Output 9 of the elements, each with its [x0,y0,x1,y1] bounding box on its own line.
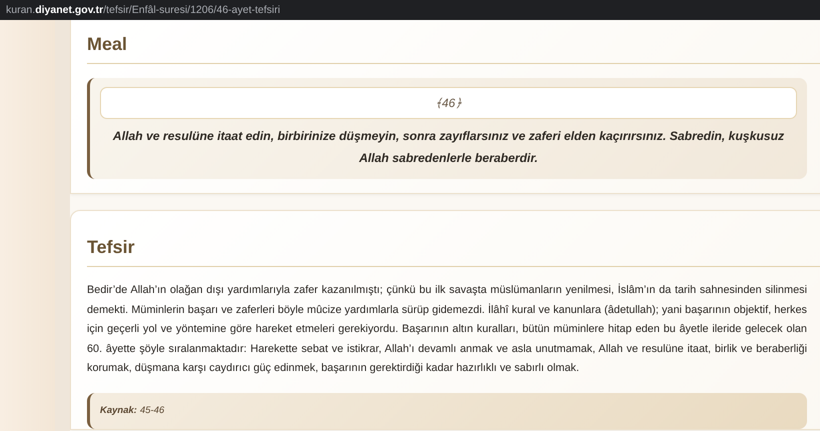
address-bar[interactable]: kuran.diyanet.gov.tr/tefsir/Enfâl-suresi/1206/46-ayet-tefsiri [0,0,820,20]
url-text: kuran.diyanet.gov.tr/tefsir/Enfâl-suresi/1206/46-ayet-tefsiri [6,4,280,16]
source-value: 45-46 [140,405,164,416]
section-title: Tefsir [87,237,136,259]
meal-text: Allah ve resulüne itaat edin, birbirinize düşmeyin, sonra zayıflarsınız ve zaferi elden kaçırırsınız. Sabredin, kuşkusuz Allah sabredenlerle beraberdir. [112,128,786,167]
section-title: Meal [87,34,128,56]
source-label: Kaynak: [100,405,137,416]
verse-number: ﴾46﴿ [100,87,797,119]
tefsir-text: Bedir’de Allah’ın olağan dışı yardımlarıyla zafer kazanılmıştı; çünkü bu ilk savaşta müslümanların yenilmesi, İslâm’ın da tarih sahnesinden silinmesi demekti. Müminlerin başarı ve zaferleri böyle mûcize yardımlarla sürüp gidemezdi. İlâhî kural ve kanunlara (âdetullah); yani başarının objektif, herkes için geçerli yol ve yöntemine göre hareket etmeleri gerekiyordu. Başarının altın kuralları, bütün müminlere hitap eden bu âyetle ileride gelecek olan 60. âyette şöyle sıralanmaktadır: Harekette sebat ve istikrar, Allah’ı devamlı anmak ve asla unutmamak, Allah ve resulüne itaat, birlik ve beraberliği korumak, düşmana karşı caydırıcı güç edinmek, başarının gerektirdiği kadar hazırlıklı ve sabırlı olmak. [87,282,807,376]
